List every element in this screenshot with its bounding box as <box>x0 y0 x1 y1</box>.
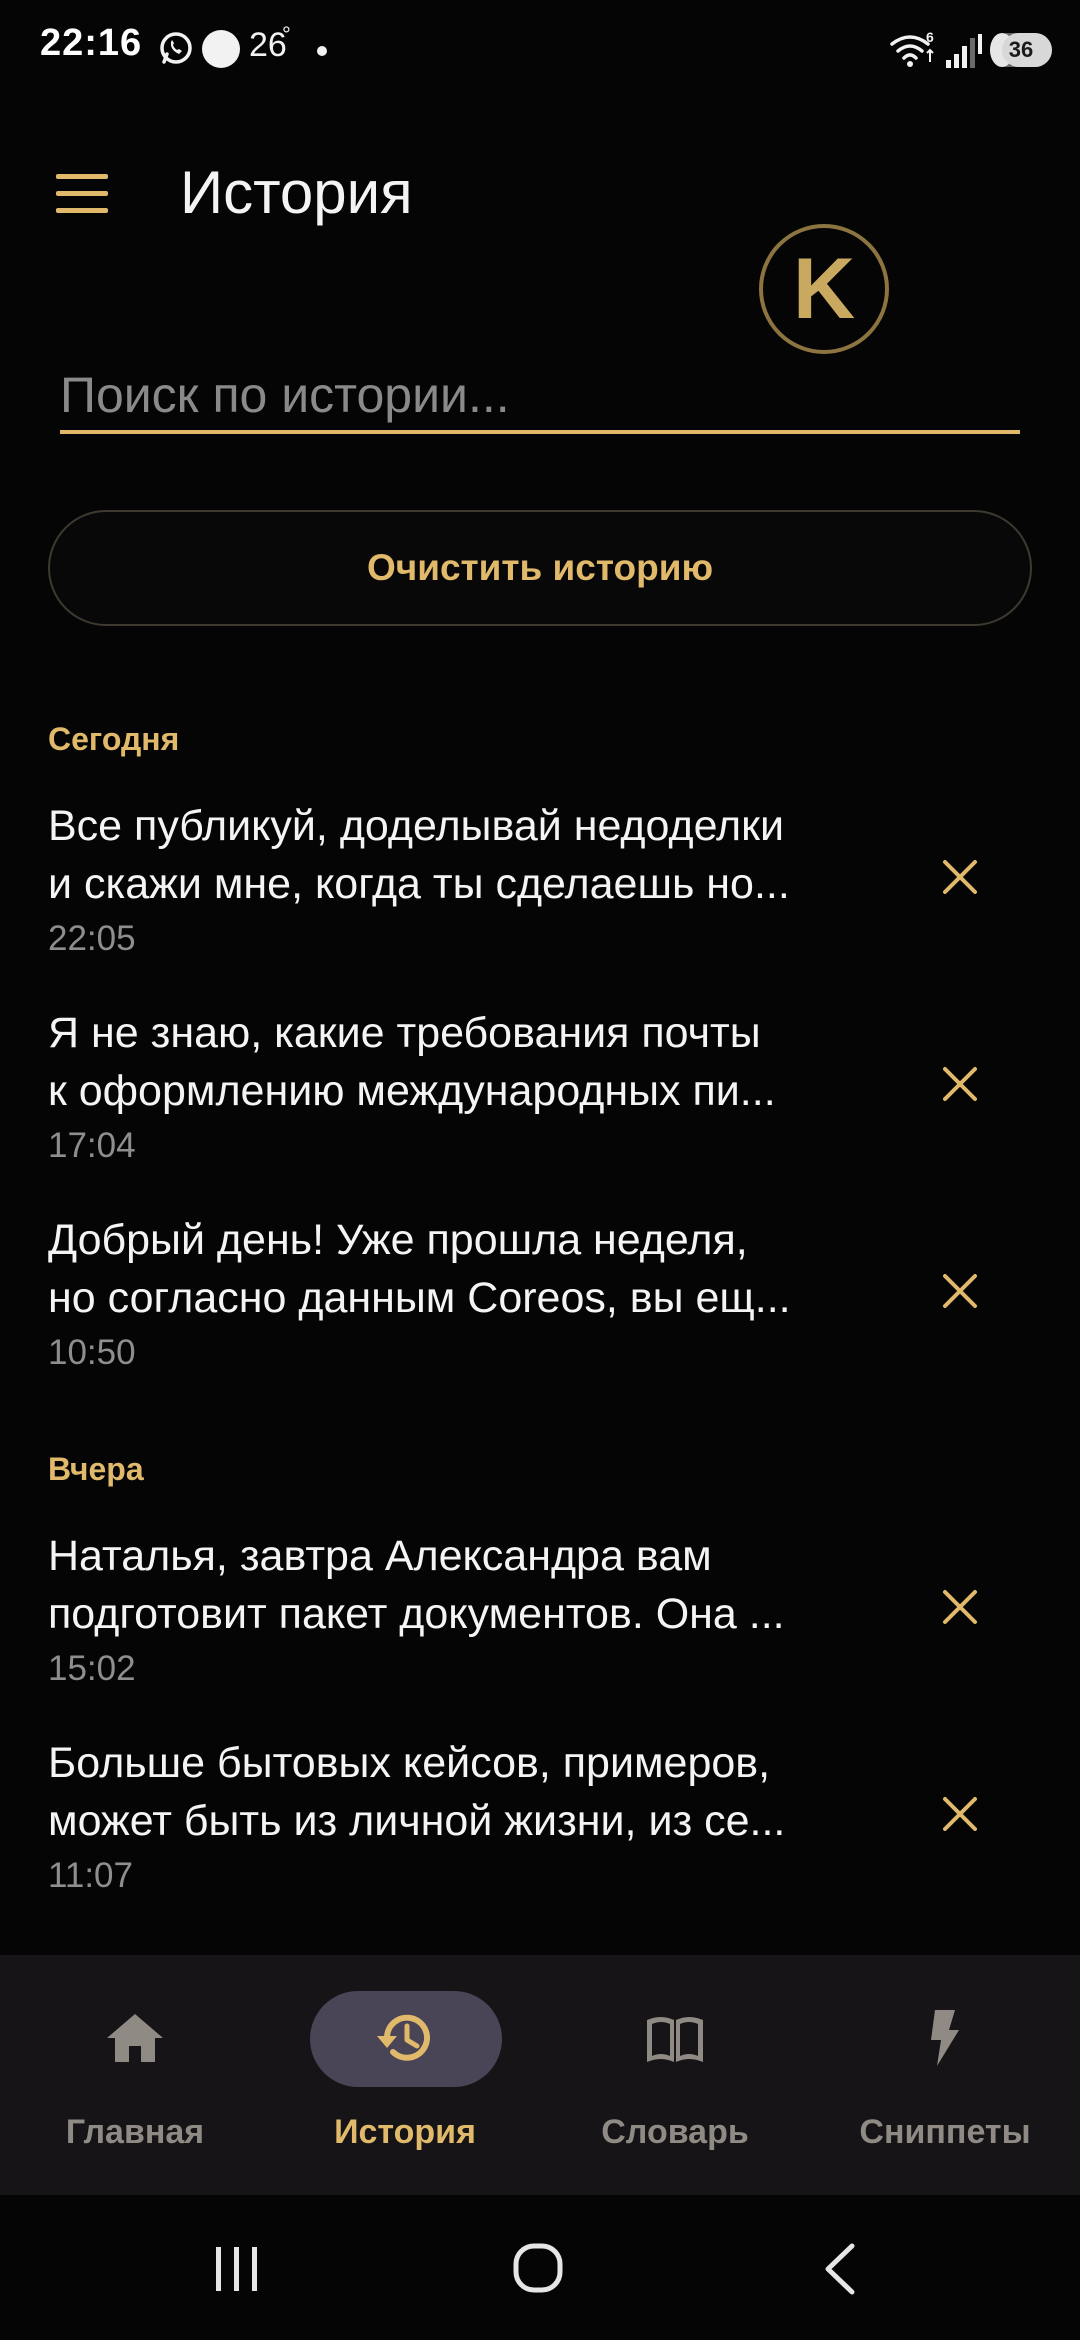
home-icon <box>107 2014 163 2062</box>
history-icon <box>377 2014 430 2061</box>
nav-item-dictionary[interactable]: Словарь <box>540 1955 810 2195</box>
history-item-time: 15:02 <box>48 1649 136 1688</box>
clear-history-button[interactable]: Очистить историю <box>48 510 1032 626</box>
notification-dot-icon <box>317 46 327 56</box>
history-item-line: подготовит пакет документов. Она ... <box>48 1590 785 1638</box>
status-time: 22:16 <box>40 22 143 64</box>
status-bar: 22:16 26 ° 6 36 <box>0 0 1080 100</box>
home-button-icon[interactable] <box>512 2242 564 2294</box>
status-degree: ° <box>282 22 291 47</box>
back-icon[interactable] <box>822 2242 858 2296</box>
history-item-line: Добрый день! Уже прошла неделя, <box>48 1216 748 1264</box>
history-item[interactable]: Больше бытовых кейсов, примеров, может б… <box>0 1734 1080 1914</box>
history-item-line: Все публикуй, доделывай недоделки <box>48 802 784 850</box>
battery-level: 36 <box>1008 37 1034 62</box>
logo-letter: K <box>793 241 855 337</box>
history-item-time: 11:07 <box>48 1856 133 1895</box>
section-header-yesterday: Вчера <box>48 1451 144 1487</box>
history-item-text: Наталья, завтра Александра вам подготови… <box>48 1527 894 1643</box>
signal-icon <box>946 34 982 68</box>
history-item-text: Больше бытовых кейсов, примеров, может б… <box>48 1734 894 1850</box>
history-item-time: 22:05 <box>48 919 136 958</box>
nav-label: Сниппеты <box>859 2113 1031 2151</box>
history-item-line: может быть из личной жизни, из се... <box>48 1797 786 1845</box>
nav-label: История <box>334 2113 476 2151</box>
history-item-text: Все публикуй, доделывай недоделки и скаж… <box>48 797 894 913</box>
history-item-line: но согласно данным Coreos, вы ещ... <box>48 1274 791 1322</box>
whatsapp-icon <box>160 32 192 64</box>
close-icon[interactable] <box>940 1794 980 1834</box>
recent-apps-icon[interactable] <box>212 2245 262 2293</box>
history-item[interactable]: Добрый день! Уже прошла неделя, но согла… <box>0 1211 1080 1391</box>
close-icon[interactable] <box>940 1587 980 1627</box>
close-icon[interactable] <box>940 1271 980 1311</box>
bottom-navigation: Главная История Словарь Сниппеты <box>0 1955 1080 2195</box>
history-item[interactable]: Я не знаю, какие требования почты к офор… <box>0 1004 1080 1184</box>
history-item[interactable]: Наталья, завтра Александра вам подготови… <box>0 1527 1080 1707</box>
notification-circle-icon <box>202 30 240 68</box>
close-icon[interactable] <box>940 857 980 897</box>
nav-label: Словарь <box>601 2113 749 2151</box>
history-item-line: Я не знаю, какие требования почты <box>48 1009 761 1057</box>
search-input[interactable] <box>60 360 1020 434</box>
history-item-text: Добрый день! Уже прошла неделя, но согла… <box>48 1211 894 1327</box>
close-icon[interactable] <box>940 1064 980 1104</box>
history-item-line: Больше бытовых кейсов, примеров, <box>48 1739 771 1787</box>
k-logo: K <box>759 224 889 354</box>
nav-item-snippets[interactable]: Сниппеты <box>810 1955 1080 2195</box>
network-type-label: 6 <box>926 30 934 45</box>
section-header-today: Сегодня <box>48 721 180 757</box>
nav-label: Главная <box>65 2113 205 2151</box>
nav-item-history[interactable]: История <box>270 1955 540 2195</box>
history-item-text: Я не знаю, какие требования почты к офор… <box>48 1004 894 1120</box>
nav-item-home[interactable]: Главная <box>0 1955 270 2195</box>
wifi-icon: 6 <box>890 30 934 67</box>
history-item-line: Наталья, завтра Александра вам <box>48 1532 712 1580</box>
history-item[interactable]: Все публикуй, доделывай недоделки и скаж… <box>0 797 1080 977</box>
menu-icon[interactable] <box>52 172 112 216</box>
bolt-icon <box>931 2010 959 2066</box>
book-icon <box>647 2017 703 2062</box>
history-item-time: 10:50 <box>48 1333 136 1372</box>
history-item-line: и скажи мне, когда ты сделаешь но... <box>48 860 790 908</box>
history-item-time: 17:04 <box>48 1126 136 1165</box>
page-title: История <box>180 159 413 226</box>
history-item-line: к оформлению международных пи... <box>48 1067 776 1115</box>
